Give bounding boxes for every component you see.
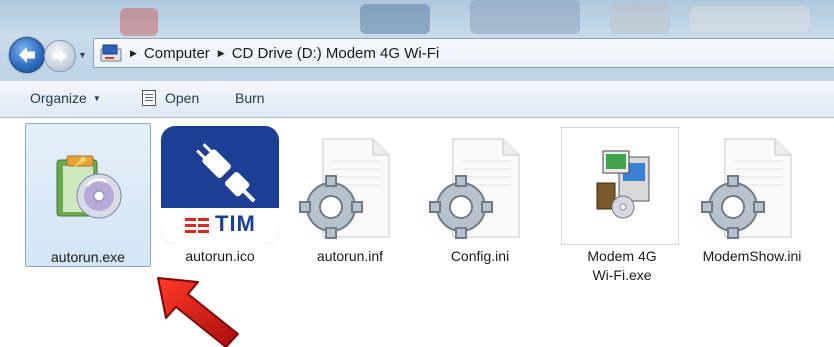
file-item-autorun-ico[interactable]: TIM autorun.ico (157, 123, 283, 267)
file-name: Config.ini (450, 248, 510, 264)
file-item-autorun-exe[interactable]: autorun.exe (25, 123, 151, 267)
background-blur (610, 2, 670, 34)
open-button[interactable]: Open (142, 90, 199, 106)
organize-button[interactable]: Organize ▼ (30, 90, 101, 106)
settings-file-icon (429, 138, 520, 239)
document-icon (142, 90, 156, 106)
file-item-modem-exe[interactable]: Modem 4G Wi-Fi.exe (559, 123, 685, 283)
setup-computer-icon (596, 150, 650, 219)
breadcrumb-separator[interactable]: ▶ (130, 48, 137, 59)
command-bar: Organize ▼ Open Burn (0, 80, 834, 118)
file-item-config-ini[interactable]: Config.ini (417, 123, 543, 267)
window-titlebar: ▼ ▶ Computer ▶ CD Drive (D:) Modem 4G Wi… (0, 0, 834, 80)
arrow-right-icon (53, 49, 67, 63)
file-list: autorun.exe TIM autorun.ico autorun.inf … (0, 118, 834, 347)
background-blur (120, 8, 158, 36)
file-name-line2: Wi-Fi.exe (592, 267, 652, 283)
settings-file-icon (701, 138, 792, 239)
background-blur (690, 6, 810, 32)
file-name: autorun.exe (51, 249, 125, 265)
file-name: ModemShow.ini (702, 248, 802, 264)
file-item-autorun-inf[interactable]: autorun.inf (287, 123, 413, 267)
file-name-line1: Modem 4G (587, 248, 657, 264)
background-blur (360, 4, 430, 34)
background-blur (470, 0, 580, 34)
file-name: autorun.ico (185, 248, 255, 264)
file-item-modemshow-ini[interactable]: ModemShow.ini (689, 123, 815, 267)
red-arrow-annotation-icon (157, 277, 239, 347)
forward-button[interactable] (44, 40, 76, 72)
recent-pages-dropdown[interactable]: ▼ (78, 50, 87, 60)
drive-icon (100, 44, 122, 62)
open-label: Open (165, 90, 200, 106)
breadcrumb-separator[interactable]: ▶ (218, 48, 225, 59)
burn-label: Burn (235, 90, 265, 106)
address-bar[interactable]: ▶ Computer ▶ CD Drive (D:) Modem 4G Wi-F… (93, 38, 834, 68)
breadcrumb-computer[interactable]: Computer (144, 45, 210, 62)
installer-disc-icon (56, 155, 122, 219)
breadcrumb-cd-drive[interactable]: CD Drive (D:) Modem 4G Wi-Fi (232, 45, 440, 62)
chevron-down-icon: ▼ (92, 93, 101, 103)
back-button[interactable] (9, 37, 45, 73)
burn-button[interactable]: Burn (235, 90, 265, 106)
organize-label: Organize (30, 90, 87, 106)
settings-file-icon (299, 138, 390, 239)
tim-logo: TIM (215, 211, 256, 236)
file-name: autorun.inf (316, 248, 384, 264)
arrow-left-icon (19, 47, 35, 63)
